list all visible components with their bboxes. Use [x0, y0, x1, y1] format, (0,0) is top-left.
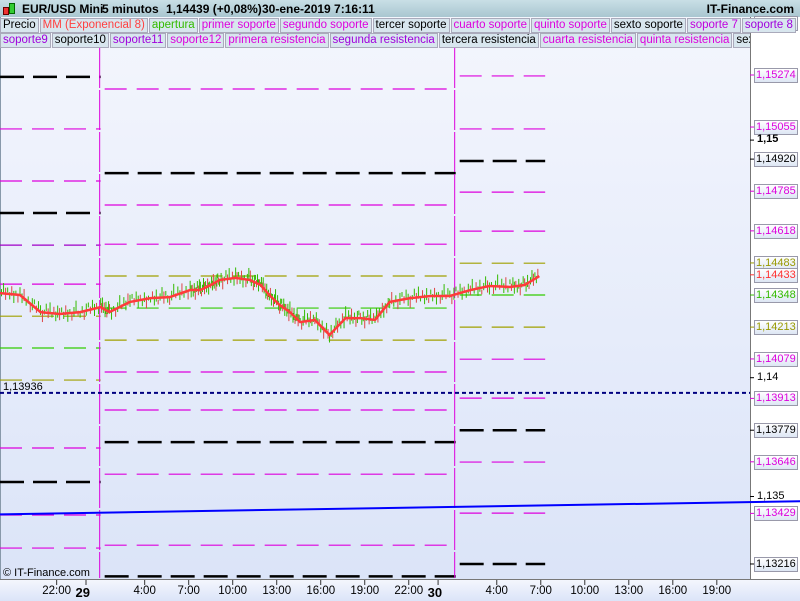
legend-item[interactable]: sexta resistencia [733, 33, 750, 48]
legend-item[interactable]: soporte12 [167, 33, 225, 48]
legend-item[interactable]: segunda resistencia [329, 33, 438, 48]
legend-item[interactable]: segundo soporte [279, 18, 372, 33]
legend-item[interactable]: soporte10 [51, 33, 109, 48]
legend-row-1: Precio MM (Exponencial 8) apertura primer s… [0, 18, 797, 33]
legend-item[interactable]: quinto soporte [531, 18, 610, 33]
legend-item[interactable]: cuarto soporte [450, 18, 531, 33]
legend-item[interactable]: primera resistencia [225, 33, 329, 48]
chart-svg: 1,13936 [0, 22, 800, 585]
trend-line [0, 500, 800, 516]
legend-item[interactable]: soporte11 [109, 33, 167, 48]
legend-item[interactable]: apertura [148, 18, 198, 33]
reference-label: 1,13936 [3, 381, 43, 393]
legend-row-2: soporte9 soporte10 soporte11 soporte12 prime… [0, 33, 750, 48]
legend-item[interactable]: MM (Exponencial 8) [39, 18, 148, 33]
ema-line [0, 274, 540, 337]
legend-item[interactable]: soporte 8 [741, 18, 796, 33]
legend-item[interactable]: tercera resistencia [438, 33, 539, 48]
legend-item[interactable]: primer soporte [198, 18, 279, 33]
legend-item[interactable]: cuarta resistencia [539, 33, 636, 48]
legend-item[interactable]: Precio [0, 18, 39, 33]
copyright: © IT-Finance.com [3, 567, 90, 579]
legend-item[interactable]: soporte 7 [686, 18, 741, 33]
legend-item[interactable]: sexto soporte [610, 18, 686, 33]
legend-item[interactable]: quinta resistencia [636, 33, 733, 48]
legend-item[interactable]: tercer soporte [372, 18, 450, 33]
legend-item[interactable]: soporte9 [0, 33, 51, 48]
